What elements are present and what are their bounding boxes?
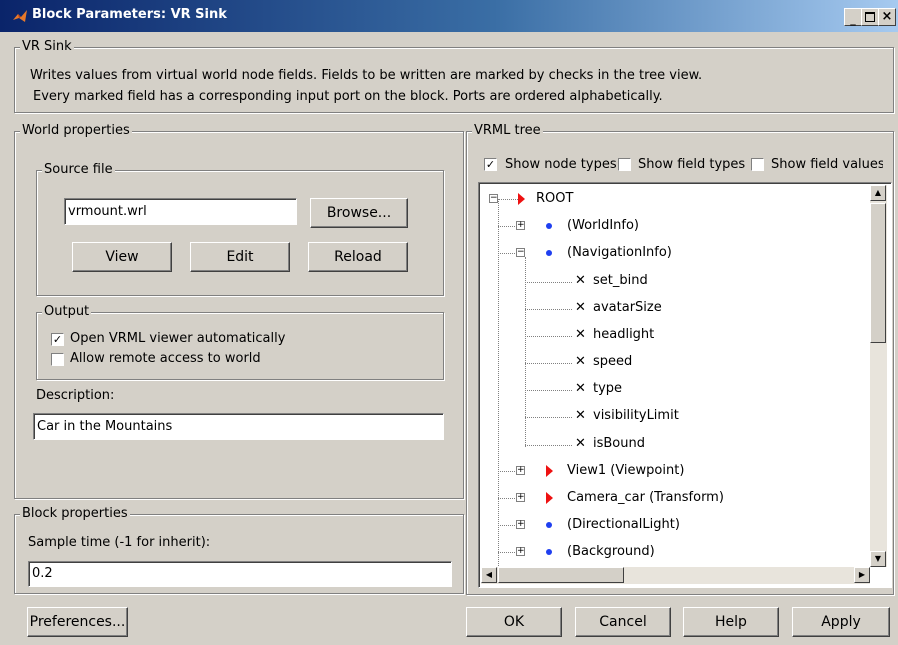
tree-item-background[interactable]: (Background): [567, 544, 655, 559]
scroll-right-icon[interactable]: ▶: [854, 567, 870, 583]
show-field-values-checkbox[interactable]: [751, 158, 764, 171]
remote-access-label: Allow remote access to world: [70, 351, 261, 366]
tree-connector: [498, 199, 518, 200]
node-marker-icon: [546, 492, 553, 504]
tree-connector: [525, 282, 572, 283]
description-input[interactable]: Car in the Mountains: [33, 413, 444, 440]
checkmark-icon: ✓: [485, 158, 496, 171]
matlab-logo-icon: [13, 10, 27, 22]
tree-item-speed[interactable]: speed: [593, 354, 632, 369]
tree-item-navigationinfo[interactable]: (NavigationInfo): [567, 245, 672, 260]
output-label: Output: [42, 304, 92, 319]
title-bar[interactable]: Block Parameters: VR Sink _ ×: [0, 0, 898, 32]
field-x-icon: ✕: [575, 436, 586, 451]
output-group: [36, 312, 444, 380]
remote-access-checkbox[interactable]: [51, 353, 64, 366]
scroll-left-icon[interactable]: ◀: [481, 567, 497, 583]
collapse-icon[interactable]: −: [516, 248, 525, 257]
block-properties-label: Block properties: [20, 506, 130, 521]
expand-icon[interactable]: +: [516, 520, 525, 529]
description-label: Description:: [36, 388, 115, 403]
field-marker-icon: [546, 223, 552, 229]
tree-connector: [525, 390, 572, 391]
show-field-types-label: Show field types: [638, 157, 746, 172]
description-line-2: Every marked field has a corresponding i…: [33, 89, 663, 104]
vr-sink-group-label: VR Sink: [20, 39, 74, 54]
expand-icon[interactable]: +: [516, 493, 525, 502]
world-properties-label: World properties: [20, 123, 132, 138]
scroll-up-icon[interactable]: ▲: [870, 185, 886, 201]
field-marker-icon: [546, 250, 552, 256]
field-marker-icon: [546, 522, 552, 528]
tree-item-set-bind[interactable]: set_bind: [593, 273, 648, 288]
tree-item-camera-car[interactable]: Camera_car (Transform): [567, 490, 724, 505]
vertical-scroll-thumb[interactable]: [870, 203, 886, 343]
expand-icon[interactable]: +: [516, 466, 525, 475]
tree-connector: [498, 201, 499, 566]
apply-button[interactable]: Apply: [792, 607, 890, 637]
tree-item-view1[interactable]: View1 (Viewpoint): [567, 463, 684, 478]
expand-icon[interactable]: +: [516, 221, 525, 230]
vrml-tree-view[interactable]: − ROOT + (WorldInfo) − (NavigationInfo) …: [478, 182, 892, 588]
minimize-icon[interactable]: _: [844, 8, 862, 26]
preferences-button[interactable]: Preferences...: [27, 607, 128, 637]
view-button[interactable]: View: [72, 242, 172, 272]
reload-button[interactable]: Reload: [308, 242, 408, 272]
tree-connector: [525, 257, 526, 447]
show-field-values-label: Show field values: [771, 157, 883, 172]
open-viewer-checkbox[interactable]: ✓: [51, 333, 64, 346]
tree-item-headlight[interactable]: headlight: [593, 327, 654, 342]
field-x-icon: ✕: [575, 273, 586, 288]
open-viewer-label: Open VRML viewer automatically: [70, 331, 286, 346]
field-x-icon: ✕: [575, 327, 586, 342]
cancel-button[interactable]: Cancel: [575, 607, 671, 637]
show-node-types-checkbox[interactable]: ✓: [484, 158, 497, 171]
node-marker-icon: [546, 465, 553, 477]
horizontal-scrollbar[interactable]: ◀ ▶: [481, 567, 870, 584]
ok-button[interactable]: OK: [466, 607, 562, 637]
description-line-1: Writes values from virtual world node fi…: [30, 68, 703, 83]
tree-connector: [525, 336, 572, 337]
source-file-label: Source file: [42, 162, 115, 177]
show-node-types-label: Show node types: [505, 157, 617, 172]
vertical-scrollbar[interactable]: ▲ ▼: [870, 185, 887, 567]
sample-time-label: Sample time (-1 for inherit):: [28, 535, 211, 550]
field-x-icon: ✕: [575, 381, 586, 396]
tree-item-avatarsize[interactable]: avatarSize: [593, 300, 662, 315]
field-x-icon: ✕: [575, 354, 586, 369]
source-file-input[interactable]: vrmount.wrl: [64, 198, 297, 225]
tree-item-worldinfo[interactable]: (WorldInfo): [567, 218, 639, 233]
tree-item-visibilitylimit[interactable]: visibilityLimit: [593, 408, 679, 423]
horizontal-scroll-thumb[interactable]: [498, 567, 624, 583]
field-x-icon: ✕: [575, 300, 586, 315]
tree-connector: [525, 445, 572, 446]
tree-connector: [525, 363, 572, 364]
browse-button[interactable]: Browse...: [310, 198, 408, 228]
edit-button[interactable]: Edit: [190, 242, 290, 272]
field-x-icon: ✕: [575, 408, 586, 423]
tree-item-type[interactable]: type: [593, 381, 622, 396]
tree-connector: [525, 309, 572, 310]
field-marker-icon: [546, 549, 552, 555]
tree-item-directionallight[interactable]: (DirectionalLight): [567, 517, 680, 532]
node-marker-icon: [518, 193, 525, 205]
scroll-down-icon[interactable]: ▼: [870, 551, 886, 567]
maximize-icon[interactable]: [861, 8, 879, 26]
tree-connector: [525, 417, 572, 418]
source-file-group: [36, 170, 444, 296]
tree-item-isbound[interactable]: isBound: [593, 436, 645, 451]
tree-item-root[interactable]: ROOT: [536, 191, 573, 206]
close-icon[interactable]: ×: [878, 8, 896, 26]
vrml-tree-label: VRML tree: [472, 123, 543, 138]
checkmark-icon: ✓: [52, 333, 63, 346]
show-field-types-checkbox[interactable]: [618, 158, 631, 171]
expand-icon[interactable]: +: [516, 547, 525, 556]
sample-time-input[interactable]: 0.2: [28, 561, 452, 587]
collapse-icon[interactable]: −: [489, 194, 498, 203]
window-title: Block Parameters: VR Sink: [32, 7, 227, 22]
help-button[interactable]: Help: [683, 607, 779, 637]
